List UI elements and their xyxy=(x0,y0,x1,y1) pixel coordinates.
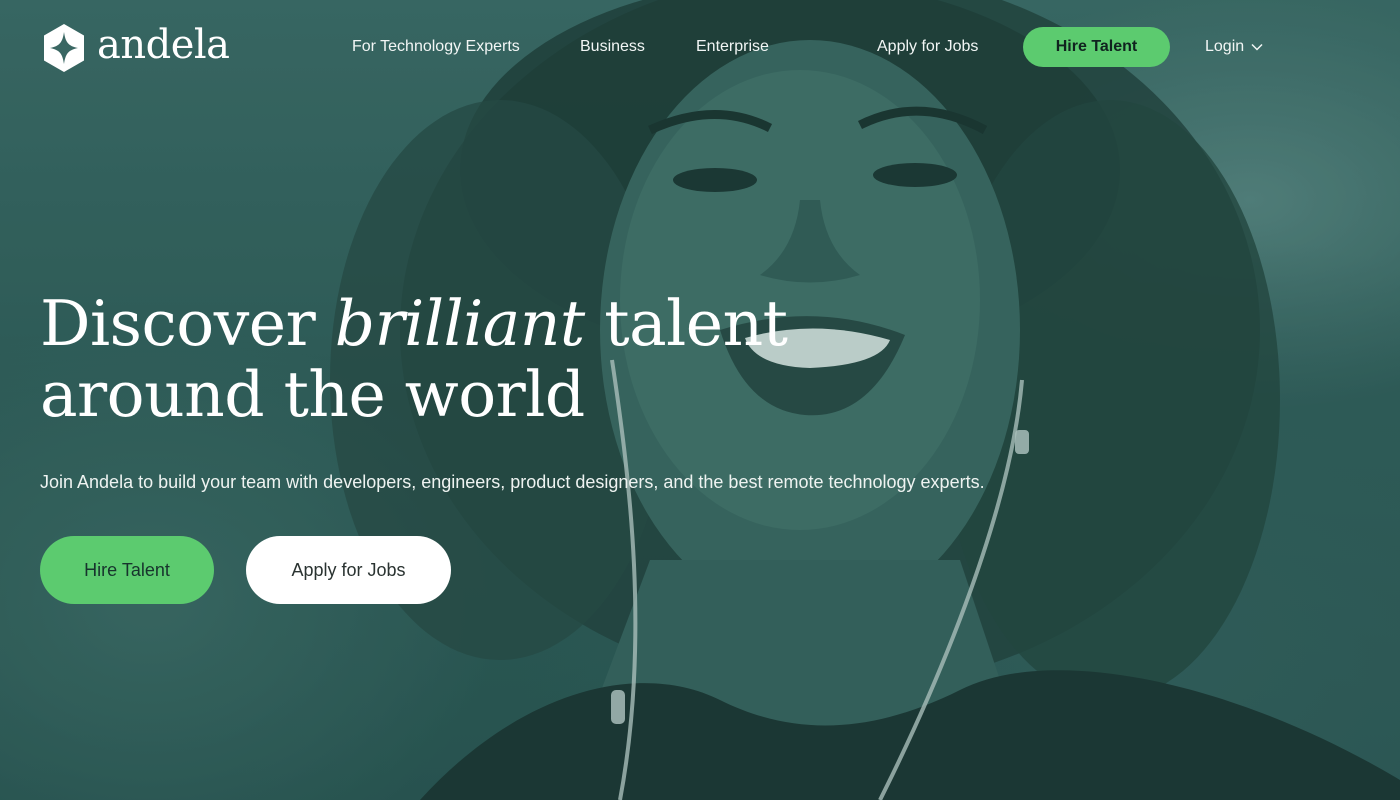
logo-wordmark: andela xyxy=(97,22,230,68)
hero-apply-for-jobs-label: Apply for Jobs xyxy=(291,559,406,580)
andela-logo[interactable]: andela xyxy=(42,22,230,74)
nav-link-technology-experts[interactable]: For Technology Experts xyxy=(352,37,520,57)
hero-hire-talent-label: Hire Talent xyxy=(84,559,170,580)
nav-link-apply-for-jobs[interactable]: Apply for Jobs xyxy=(877,37,978,57)
hero-headline: Discover brilliant talent around the worl… xyxy=(40,288,940,430)
nav-hire-talent-label: Hire Talent xyxy=(1055,38,1138,55)
headline-line2: around the world xyxy=(40,358,585,431)
andela-star-icon xyxy=(44,24,84,72)
headline-part1: Discover xyxy=(40,287,335,360)
hero-hire-talent-button[interactable]: Hire Talent xyxy=(40,536,214,604)
login-dropdown[interactable]: Login xyxy=(1205,37,1263,57)
nav-link-business[interactable]: Business xyxy=(580,37,645,57)
hero-subtext: Join Andela to build your team with deve… xyxy=(40,472,985,492)
nav-link-enterprise[interactable]: Enterprise xyxy=(696,37,769,57)
login-label: Login xyxy=(1205,38,1245,55)
hero-apply-for-jobs-button[interactable]: Apply for Jobs xyxy=(246,536,451,604)
top-navigation: andela For Technology Experts Business E… xyxy=(0,0,1400,94)
headline-part2: talent xyxy=(584,287,788,360)
nav-hire-talent-button[interactable]: Hire Talent xyxy=(1023,27,1170,67)
headline-emphasis: brilliant xyxy=(334,287,586,360)
chevron-down-icon xyxy=(1251,43,1263,51)
